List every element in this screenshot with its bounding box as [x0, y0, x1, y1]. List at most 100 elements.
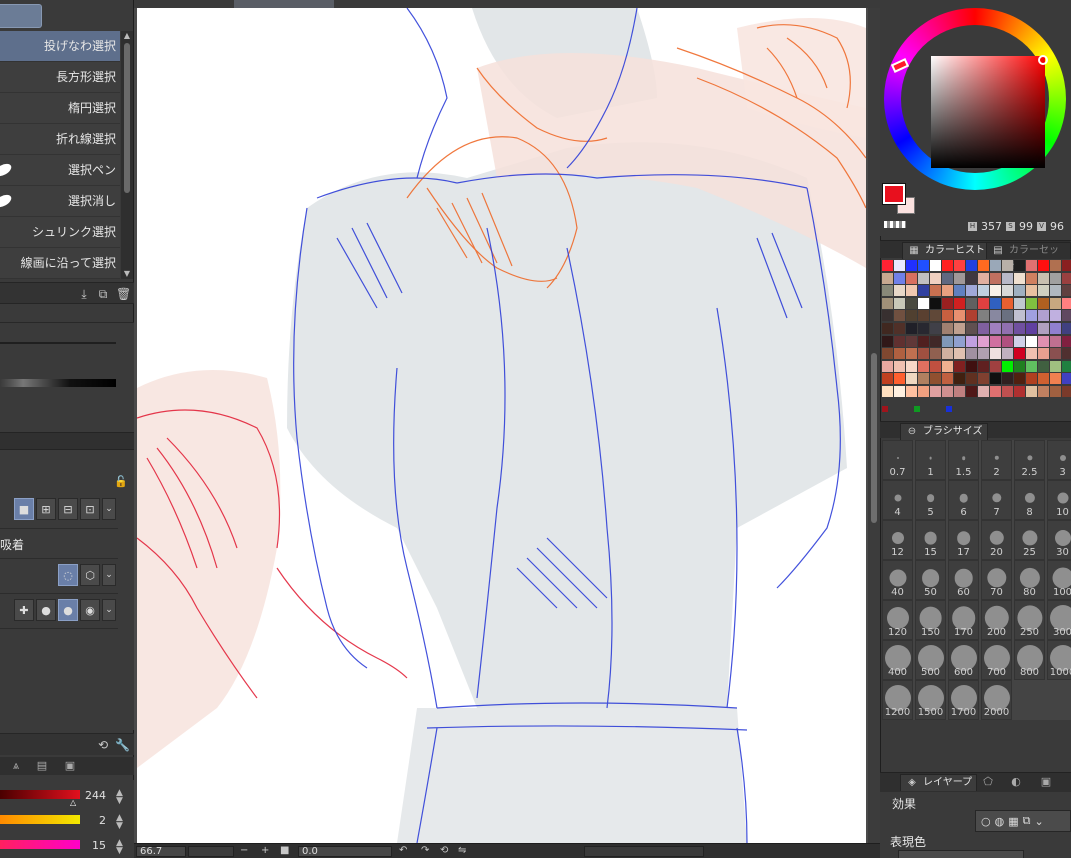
history-swatch[interactable] — [930, 260, 941, 271]
history-swatch[interactable] — [882, 373, 893, 385]
sub-tool-scrollbar[interactable]: ▲ ▼ — [121, 31, 133, 279]
reset-icon[interactable]: ⟲ — [96, 738, 110, 752]
history-swatch[interactable] — [942, 323, 953, 334]
history-swatch[interactable] — [894, 373, 905, 385]
history-swatch[interactable] — [978, 348, 989, 360]
history-swatch[interactable] — [1062, 386, 1071, 397]
history-swatch[interactable] — [978, 335, 989, 347]
history-swatch[interactable] — [882, 360, 893, 372]
history-swatch[interactable] — [978, 285, 989, 297]
history-swatch[interactable] — [894, 386, 905, 397]
history-swatch[interactable] — [966, 386, 977, 397]
history-swatch[interactable] — [1038, 285, 1049, 297]
history-swatch[interactable] — [1002, 348, 1013, 360]
wrench-icon[interactable]: 🔧 — [115, 738, 130, 752]
history-swatch[interactable] — [978, 373, 989, 385]
history-swatch[interactable] — [1026, 335, 1037, 347]
sub-tool-select-along-line[interactable]: 線画に沿って選択 — [0, 248, 120, 279]
history-swatch[interactable] — [906, 348, 917, 360]
history-swatch[interactable] — [894, 297, 905, 309]
history-swatch[interactable] — [930, 310, 941, 322]
history-swatch[interactable] — [1026, 323, 1037, 334]
navigator-icon[interactable]: ◐ — [1006, 775, 1026, 789]
chevron-down-icon[interactable]: ⌄ — [102, 599, 116, 621]
sub-tool-group-tab[interactable] — [0, 4, 42, 28]
green-value[interactable]: 2 — [82, 814, 106, 827]
history-swatch[interactable] — [1014, 272, 1025, 284]
intersect-selection-icon[interactable]: ⊡ — [80, 498, 100, 520]
brush-size-cell[interactable]: 1 — [915, 440, 946, 480]
history-swatch[interactable] — [930, 272, 941, 284]
history-swatch[interactable] — [954, 373, 965, 385]
history-swatch[interactable] — [1002, 272, 1013, 284]
history-swatch[interactable] — [978, 386, 989, 397]
history-swatch[interactable] — [918, 310, 929, 322]
history-swatch[interactable] — [1062, 360, 1071, 372]
brush-size-cell[interactable]: 5 — [915, 480, 946, 520]
history-swatch[interactable] — [1038, 386, 1049, 397]
history-swatch[interactable] — [1050, 272, 1061, 284]
history-swatch[interactable] — [990, 260, 1001, 271]
history-swatch[interactable] — [1026, 386, 1037, 397]
spin-icon[interactable]: ▲ ▼ — [116, 839, 123, 856]
sub-tool-shrink-select[interactable]: シュリンク選択 — [0, 217, 120, 248]
history-swatch[interactable] — [906, 323, 917, 334]
history-swatch[interactable] — [1014, 386, 1025, 397]
fit-icon[interactable]: ■ — [280, 845, 289, 857]
history-swatch[interactable] — [1002, 335, 1013, 347]
history-swatch[interactable] — [990, 297, 1001, 309]
brush-size-cell[interactable]: 1000 — [1047, 640, 1071, 680]
hls-tab-icon[interactable]: ⩓ — [6, 759, 26, 773]
brush-size-cell[interactable]: 4 — [882, 480, 913, 520]
brush-size-cell[interactable]: 50 — [915, 560, 946, 600]
history-swatch[interactable] — [894, 310, 905, 322]
history-swatch[interactable] — [918, 335, 929, 347]
history-swatch[interactable] — [1014, 348, 1025, 360]
history-swatch[interactable] — [882, 386, 893, 397]
chevron-down-icon[interactable]: ⌄ — [102, 498, 116, 520]
history-swatch[interactable] — [918, 386, 929, 397]
history-swatch[interactable] — [894, 260, 905, 271]
history-swatch[interactable] — [930, 360, 941, 372]
history-swatch[interactable] — [930, 348, 941, 360]
history-swatch[interactable] — [954, 323, 965, 334]
expression-color-dropdown[interactable] — [898, 850, 1024, 858]
history-swatch[interactable] — [918, 323, 929, 334]
history-swatch[interactable] — [954, 335, 965, 347]
history-swatch[interactable] — [1002, 386, 1013, 397]
brush-size-cell[interactable]: 100 — [1047, 560, 1071, 600]
history-swatch[interactable] — [1050, 310, 1061, 322]
history-swatch[interactable] — [882, 297, 893, 309]
brush-size-cell[interactable]: 500 — [915, 640, 946, 680]
history-swatch[interactable] — [1038, 260, 1049, 271]
history-swatch[interactable] — [1050, 323, 1061, 334]
sv-picker-knob[interactable] — [1038, 55, 1048, 65]
history-swatch[interactable] — [1002, 360, 1013, 372]
history-swatch[interactable] — [942, 386, 953, 397]
chevron-down-icon[interactable]: ⌄ — [102, 564, 116, 586]
history-swatch[interactable] — [906, 285, 917, 297]
green-slider[interactable] — [0, 815, 80, 824]
brush-size-cell[interactable]: 17 — [948, 520, 979, 560]
history-swatch[interactable] — [954, 260, 965, 271]
rotate-left-icon[interactable]: ↶ — [399, 845, 407, 857]
history-swatch[interactable] — [1026, 310, 1037, 322]
brush-size-cell[interactable]: 1.5 — [948, 440, 979, 480]
history-swatch[interactable] — [906, 297, 917, 309]
brush-size-cell[interactable]: 200 — [981, 600, 1012, 640]
drawing-canvas[interactable] — [137, 8, 866, 843]
history-swatch[interactable] — [1038, 323, 1049, 334]
red-slider[interactable] — [0, 790, 80, 799]
horizontal-scrollbar[interactable] — [584, 846, 704, 857]
history-swatch[interactable] — [954, 386, 965, 397]
history-swatch[interactable] — [978, 272, 989, 284]
scroll-up-icon[interactable]: ▲ — [121, 31, 133, 41]
tab-color-set[interactable]: ▤カラーセット — [986, 242, 1071, 272]
history-swatch[interactable] — [882, 310, 893, 322]
history-swatch[interactable] — [966, 285, 977, 297]
halftone-icon[interactable]: ▦ — [1008, 815, 1018, 828]
brush-size-cell[interactable]: 20 — [981, 520, 1012, 560]
sub-tool-rectangle[interactable]: 長方形選択 — [0, 62, 120, 93]
history-swatch[interactable] — [942, 373, 953, 385]
history-swatch[interactable] — [954, 297, 965, 309]
